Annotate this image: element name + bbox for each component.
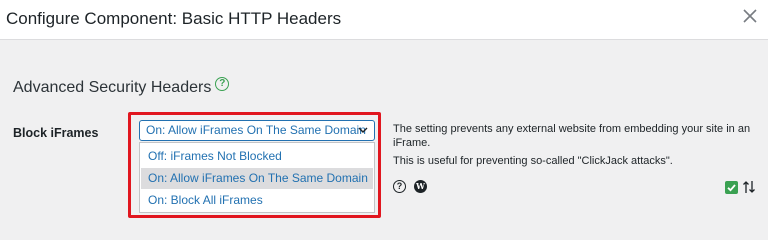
- description-line-2: iFrame.: [393, 137, 431, 149]
- wordpress-icon[interactable]: W: [414, 180, 427, 193]
- block-iframes-options: Off: iFrames Not Blocked On: Allow iFram…: [139, 142, 375, 213]
- option-off[interactable]: Off: iFrames Not Blocked: [141, 146, 373, 167]
- dialog-title-bar: Configure Component: Basic HTTP Headers: [0, 0, 768, 40]
- section-title: Advanced Security Headers?: [13, 77, 230, 97]
- option-block-all[interactable]: On: Block All iFrames: [141, 190, 373, 211]
- block-iframes-select[interactable]: On: Allow iFrames On The Same Domain: [139, 120, 375, 141]
- block-iframes-label: Block iFrames: [13, 126, 99, 140]
- option-same-domain[interactable]: On: Allow iFrames On The Same Domain: [141, 168, 373, 189]
- chevron-down-icon: [358, 127, 368, 134]
- help-icon[interactable]: ?: [393, 180, 406, 193]
- section-title-text: Advanced Security Headers: [13, 79, 212, 96]
- help-circle-icon[interactable]: ?: [215, 77, 230, 91]
- checkbox-checked-icon[interactable]: [725, 181, 738, 194]
- dialog-title: Configure Component: Basic HTTP Headers: [6, 9, 342, 28]
- description-line-1: The setting prevents any external websit…: [393, 123, 751, 135]
- close-icon[interactable]: [738, 4, 762, 28]
- sort-arrows-icon[interactable]: [742, 179, 756, 195]
- select-value: On: Allow iFrames On The Same Domain: [146, 123, 366, 137]
- description-line-3: This is useful for preventing so-called …: [393, 155, 673, 167]
